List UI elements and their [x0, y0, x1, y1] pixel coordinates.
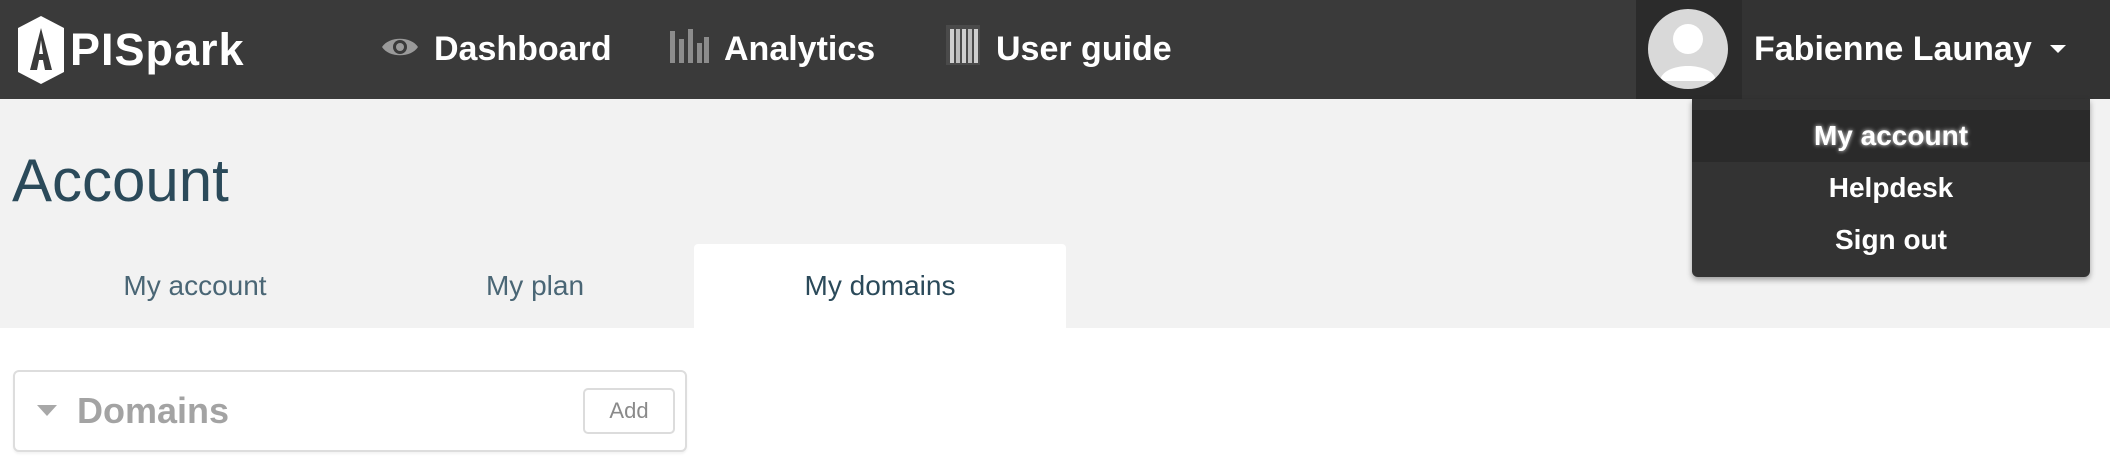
nav-dashboard-label: Dashboard	[434, 30, 612, 68]
chevron-down-icon	[2050, 45, 2066, 53]
avatar	[1648, 9, 1728, 89]
tab-my-domains[interactable]: My domains	[694, 244, 1066, 328]
tab-my-plan[interactable]: My plan	[380, 244, 690, 328]
domains-panel-title: Domains	[77, 390, 230, 431]
brand-name: PISpark	[70, 24, 245, 75]
add-domain-button[interactable]: Add	[583, 388, 675, 434]
avatar-placeholder-icon	[1660, 24, 1716, 81]
nav-user-guide-label: User guide	[996, 30, 1172, 68]
menu-item-helpdesk[interactable]: Helpdesk	[1692, 162, 2090, 214]
logo-a-icon	[18, 16, 64, 84]
nav-user-guide[interactable]: User guide	[944, 0, 1172, 99]
domains-panel: Domains Add	[13, 370, 687, 452]
nav-analytics[interactable]: Analytics	[668, 0, 875, 99]
eye-icon	[380, 30, 420, 69]
page-title: Account	[12, 147, 229, 214]
book-icon	[944, 23, 982, 76]
menu-item-sign-out[interactable]: Sign out	[1692, 214, 2090, 266]
logo[interactable]: PISpark	[16, 12, 245, 88]
nav-analytics-label: Analytics	[724, 30, 876, 68]
nav-dashboard[interactable]: Dashboard	[380, 0, 612, 99]
user-dropdown-menu: My account Helpdesk Sign out	[1692, 99, 2090, 277]
tab-my-account[interactable]: My account	[40, 244, 350, 328]
bar-chart-icon	[668, 25, 710, 74]
user-menu-toggle[interactable]: Fabienne Launay	[1636, 0, 2110, 99]
caret-down-icon[interactable]	[37, 405, 57, 416]
menu-item-my-account[interactable]: My account	[1692, 110, 2090, 162]
user-name: Fabienne Launay	[1754, 30, 2032, 68]
top-navbar: PISpark Dashboard Analytics User guide F…	[0, 0, 2110, 99]
